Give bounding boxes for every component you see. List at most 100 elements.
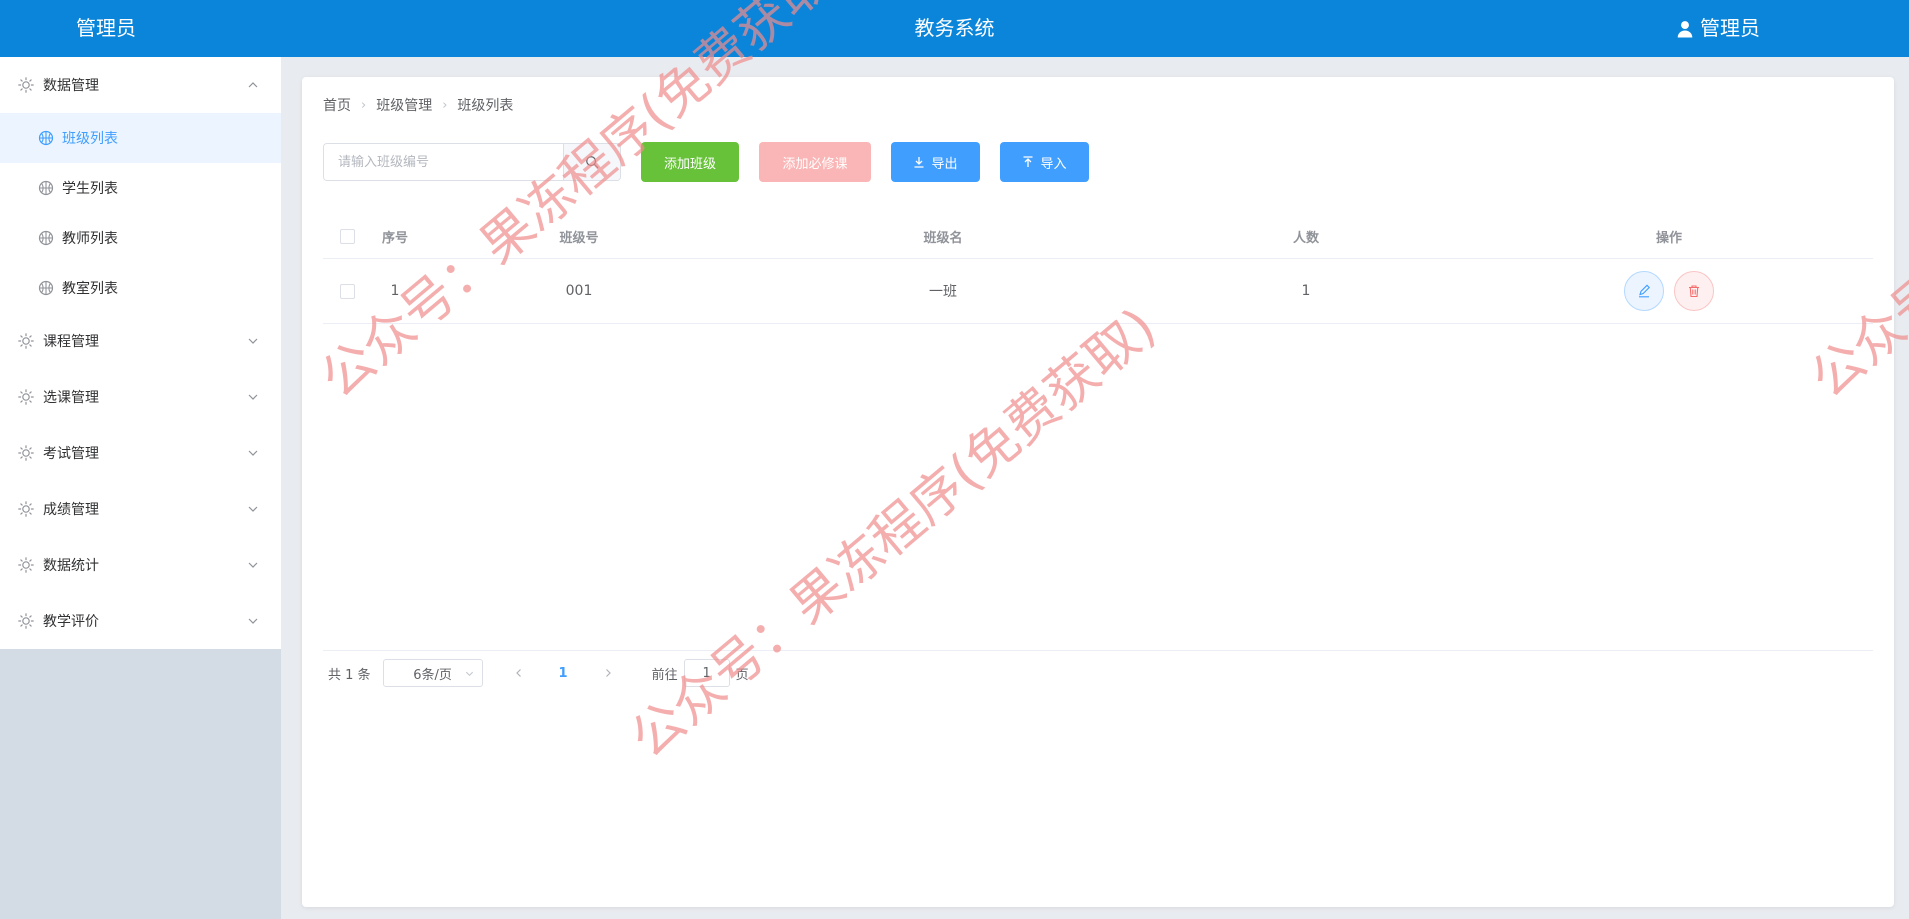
chevron-down-icon — [248, 338, 258, 344]
page-size-select[interactable]: 6条/页 — [382, 659, 483, 687]
basketball-icon — [38, 180, 54, 196]
select-all-cell — [323, 228, 371, 244]
menu-group-course-management[interactable]: 课程管理 — [0, 313, 281, 369]
page-size-value: 6条/页 — [413, 667, 452, 683]
sidebar-item-teacher-list[interactable]: 教师列表 — [0, 213, 281, 263]
header-left-title: 管理员 — [76, 16, 136, 40]
sun-icon — [18, 389, 34, 405]
edit-icon — [1639, 284, 1650, 298]
search-icon — [586, 156, 599, 169]
edit-button[interactable] — [1624, 271, 1664, 311]
add-required-course-label: 添加必修课 — [782, 156, 848, 172]
sun-icon — [18, 557, 34, 573]
column-header-actions: 操作 — [1655, 230, 1682, 246]
menu-group-statistics[interactable]: 数据统计 — [0, 537, 281, 593]
menu-group-teaching-evaluation[interactable]: 教学评价 — [0, 593, 281, 649]
user-menu[interactable]: 管理员 — [1676, 0, 1760, 57]
chevron-down-icon — [248, 618, 258, 624]
chevron-right-icon: › — [442, 97, 448, 113]
sidebar-item-class-list[interactable]: 班级列表 — [0, 113, 281, 163]
row-select-cell — [323, 283, 371, 299]
menu-group-grade-management[interactable]: 成绩管理 — [0, 481, 281, 537]
sun-icon — [18, 445, 34, 461]
export-button[interactable]: 导出 — [891, 142, 980, 182]
row-student-count: 1 — [1301, 283, 1311, 299]
chevron-down-icon — [248, 394, 258, 400]
pagination: 共 1 条 6条/页 1 前往 页 — [328, 656, 749, 690]
export-label: 导出 — [931, 156, 958, 172]
sidebar-menu: 数据管理 班级列表 学生列表 教师列表 教室列表 课程管理 选课管理 考试管理 … — [0, 57, 281, 649]
column-header-index: 序号 — [381, 230, 408, 246]
basketball-icon — [38, 130, 54, 146]
user-name: 管理员 — [1700, 16, 1760, 40]
search-button[interactable] — [563, 144, 620, 180]
menu-group-data-management[interactable]: 数据管理 — [0, 57, 281, 113]
total-count: 共 1 条 — [328, 667, 371, 683]
row-class-code: 001 — [565, 283, 593, 299]
chevron-right-icon: › — [361, 97, 367, 113]
page-number[interactable]: 1 — [559, 666, 568, 681]
sidebar-item-label: 教师列表 — [62, 231, 118, 247]
chevron-right-icon — [605, 669, 611, 677]
chevron-down-icon — [248, 562, 258, 568]
import-label: 导入 — [1040, 156, 1067, 172]
column-header-count: 人数 — [1292, 230, 1319, 246]
menu-group-label: 教学评价 — [43, 614, 99, 630]
sidebar-item-classroom-list[interactable]: 教室列表 — [0, 263, 281, 313]
app-title: 教务系统 — [914, 16, 995, 40]
breadcrumb-class-management: 班级管理 — [376, 98, 433, 114]
search-input[interactable] — [324, 144, 563, 180]
menu-group-exam-management[interactable]: 考试管理 — [0, 425, 281, 481]
select-all-checkbox[interactable] — [339, 228, 355, 244]
delete-button[interactable] — [1674, 271, 1714, 311]
chevron-left-icon — [515, 669, 521, 677]
sun-icon — [18, 613, 34, 629]
upload-icon — [1023, 156, 1033, 167]
menu-group-label: 成绩管理 — [43, 502, 99, 518]
chevron-down-icon — [248, 450, 258, 456]
row-class-name: 一班 — [929, 284, 957, 300]
import-button[interactable]: 导入 — [1000, 142, 1089, 182]
add-required-course-button[interactable]: 添加必修课 — [759, 142, 871, 182]
table-row: 1 001 一班 1 — [323, 259, 1873, 324]
add-class-button[interactable]: 添加班级 — [641, 142, 739, 182]
menu-group-label: 考试管理 — [43, 446, 99, 462]
chevron-down-icon — [248, 506, 258, 512]
chevron-down-icon — [465, 671, 473, 677]
table-header: 序号 班级号 班级名 人数 操作 — [323, 214, 1873, 259]
prev-page-button[interactable] — [511, 665, 527, 681]
sidebar: 数据管理 班级列表 学生列表 教师列表 教室列表 课程管理 选课管理 考试管理 … — [0, 57, 281, 919]
next-page-button[interactable] — [600, 665, 616, 681]
pagination-divider — [323, 650, 1873, 651]
basketball-icon — [38, 230, 54, 246]
menu-group-label: 选课管理 — [43, 390, 99, 406]
trash-icon — [1689, 285, 1699, 298]
row-checkbox[interactable] — [339, 283, 355, 299]
sidebar-item-label: 班级列表 — [62, 131, 118, 147]
row-actions — [1465, 271, 1873, 311]
basketball-icon — [38, 280, 54, 296]
sun-icon — [18, 501, 34, 517]
search-box — [323, 143, 621, 181]
class-table: 序号 班级号 班级名 人数 操作 1 001 一班 1 — [323, 214, 1873, 324]
column-header-name: 班级名 — [923, 230, 963, 246]
sun-icon — [18, 333, 34, 349]
add-class-label: 添加班级 — [663, 156, 716, 172]
menu-group-label: 数据统计 — [43, 558, 99, 574]
goto-page-input[interactable] — [683, 659, 730, 687]
column-header-code: 班级号 — [559, 230, 599, 246]
menu-group-label: 课程管理 — [43, 334, 99, 350]
user-icon — [1677, 20, 1693, 37]
menu-group-label: 数据管理 — [43, 78, 99, 94]
toolbar: 添加班级 添加必修课 导出 导入 — [323, 142, 1089, 182]
download-icon — [914, 157, 924, 168]
breadcrumb: 首页 › 班级管理 › 班级列表 — [323, 95, 513, 115]
chevron-up-icon — [248, 82, 258, 88]
sidebar-item-label: 教室列表 — [62, 281, 118, 297]
breadcrumb-home[interactable]: 首页 — [323, 95, 351, 115]
sidebar-item-student-list[interactable]: 学生列表 — [0, 163, 281, 213]
goto-label: 前往 — [651, 667, 678, 683]
breadcrumb-class-list: 班级列表 — [457, 98, 514, 114]
menu-group-selection-management[interactable]: 选课管理 — [0, 369, 281, 425]
main-content: 首页 › 班级管理 › 班级列表 添加班级 添加必修课 导出 导入 — [302, 77, 1894, 907]
